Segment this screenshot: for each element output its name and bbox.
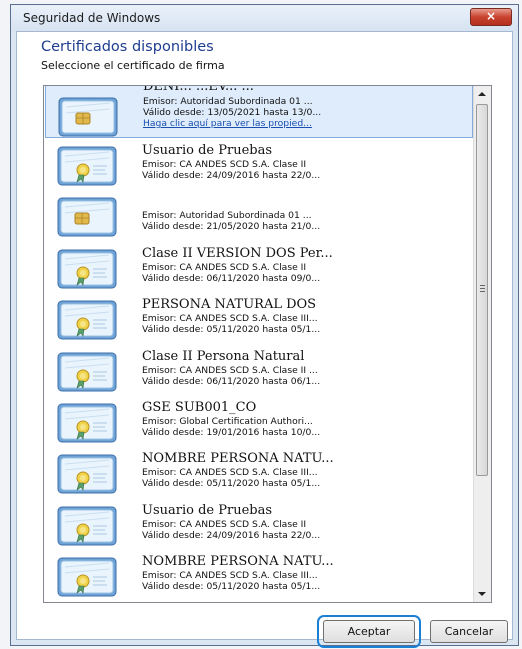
certificate-validity: Válido desde: 24/09/2016 hasta 22/0... (142, 529, 321, 541)
certificate-item[interactable]: Clase II Persona Natural Emisor: CA ANDES… (45, 344, 473, 395)
certificate-text: Usuario de Pruebas Emisor: CA ANDES SCD S… (142, 502, 469, 541)
certificate-text: NOMBRE PERSONA NATU... Emisor: CA ANDES S… (142, 450, 469, 489)
certificate-icon (57, 403, 117, 443)
certificate-item[interactable]: Usuario de Pruebas Emisor: CA ANDES SCD S… (45, 138, 473, 189)
certificate-validity: Válido desde: 13/05/2021 hasta 13/0... (143, 107, 322, 118)
certificate-text: GSE SUB001_CO Emisor: Global Certificatio… (142, 399, 469, 438)
certificate-text: DENI... ...EV... ... Emisor: Autoridad Su… (143, 86, 468, 130)
certificate-validity: Válido desde: 06/11/2020 hasta 09/0... (142, 272, 321, 284)
certificate-item[interactable]: NOMBRE PERSONA NATU... Emisor: CA ANDES S… (45, 446, 473, 497)
close-icon: × (485, 9, 497, 23)
certificate-validity: Válido desde: 05/11/2020 hasta 05/1... (142, 324, 321, 336)
certificate-issuer: Emisor: CA ANDES SCD S.A. Clase II (142, 261, 307, 273)
certificate-issuer: Emisor: CA ANDES SCD S.A. Clase III... (142, 313, 318, 325)
certificate-issuer: Emisor: CA ANDES SCD S.A. Clase III... (142, 467, 318, 479)
certificate-text: PERSONA NATURAL DOS Emisor: CA ANDES SCD … (142, 296, 469, 335)
certificate-validity: Válido desde: 05/11/2020 hasta 05/1... (142, 581, 321, 593)
certificate-validity: Válido desde: 05/11/2020 hasta 05/1... (142, 478, 321, 490)
dialog-subheading: Seleccione el certificado de firma (41, 59, 225, 72)
certificate-name: PERSONA NATURAL DOS (142, 297, 317, 313)
certificate-issuer: Emisor: Autoridad Subordinada 01 ... (142, 210, 312, 222)
accept-button[interactable]: Aceptar (323, 620, 415, 643)
certificate-issuer: Emisor: Autoridad Subordinada 01 ... (143, 96, 313, 107)
certificate-name: Clase II Persona Natural (142, 348, 305, 364)
certificate-item[interactable]: GSE SUB001_CO Emisor: Global Certificatio… (45, 395, 473, 446)
vertical-scrollbar[interactable] (473, 86, 491, 602)
certificate-item[interactable]: PERSONA NATURAL DOS Emisor: CA ANDES SCD … (45, 292, 473, 343)
certificate-issuer: Emisor: CA ANDES SCD S.A. Clase II (142, 518, 307, 530)
certificate-text: NOMBRE PERSONA NATU... Emisor: CA ANDES S… (142, 553, 469, 592)
certificate-validity: Válido desde: 06/11/2020 hasta 06/1... (142, 375, 321, 387)
window-title: Seguridad de Windows (23, 11, 161, 25)
certificate-icon (57, 506, 117, 546)
certificate-name: GSE SUB001_CO (142, 399, 257, 415)
windows-security-dialog: Seguridad de Windows × Certificados disp… (10, 4, 519, 648)
certificate-validity: Válido desde: 24/09/2016 hasta 22/0... (142, 170, 321, 181)
certificate-issuer: Emisor: CA ANDES SCD S.A. Clase II (142, 159, 307, 170)
dialog-heading: Certificados disponibles (41, 39, 214, 55)
smartcard-certificate-icon (57, 197, 117, 237)
certificate-icon (57, 249, 117, 289)
certificate-text: Emisor: Autoridad Subordinada 01 ... Váli… (142, 193, 469, 232)
certificate-icon (57, 300, 117, 340)
certificate-name: Usuario de Pruebas (142, 143, 272, 158)
certificate-name: NOMBRE PERSONA NATU... (142, 554, 334, 570)
certificate-text: Usuario de Pruebas Emisor: CA ANDES SCD S… (142, 142, 469, 181)
cancel-button[interactable]: Cancelar (430, 620, 508, 643)
dialog-content: Certificados disponibles Seleccione el c… (16, 31, 513, 640)
scroll-up-arrow-icon[interactable] (478, 92, 486, 96)
certificate-item[interactable]: NOMBRE PERSONA NATU... Emisor: CA ANDES S… (45, 549, 473, 600)
scroll-down-arrow-icon[interactable] (478, 592, 486, 596)
smartcard-certificate-icon (58, 97, 118, 137)
certificate-name: NOMBRE PERSONA NATU... (142, 451, 334, 467)
certificate-icon (57, 146, 117, 186)
certificate-item[interactable]: Usuario de Pruebas Emisor: CA ANDES SCD S… (45, 498, 473, 549)
certificate-text: Clase II Persona Natural Emisor: CA ANDES… (142, 348, 469, 387)
certificate-rows: DENI... ...EV... ... Emisor: Autoridad Su… (45, 86, 473, 602)
certificate-list[interactable]: DENI... ...EV... ... Emisor: Autoridad Su… (43, 85, 492, 603)
certificate-issuer: Emisor: CA ANDES SCD S.A. Clase III... (142, 570, 318, 582)
close-button[interactable]: × (470, 8, 512, 26)
certificate-issuer: Emisor: CA ANDES SCD S.A. Clase II ... (142, 364, 318, 376)
certificate-name: Clase II VERSION DOS Per... (142, 245, 333, 261)
certificate-item[interactable]: Clase II VERSION DOS Per... Emisor: CA AN… (45, 241, 473, 292)
title-bar: Seguridad de Windows × (11, 5, 518, 31)
certificate-text: Clase II VERSION DOS Per... Emisor: CA AN… (142, 245, 469, 284)
scrollbar-thumb[interactable] (476, 104, 488, 476)
certificate-icon (57, 454, 117, 494)
certificate-icon (57, 352, 117, 392)
certificate-issuer: Emisor: Global Certification Authori... (142, 415, 313, 427)
certificate-item[interactable]: DENI... ...EV... ... Emisor: Autoridad Su… (45, 86, 473, 138)
certificate-name: Usuario de Pruebas (142, 502, 272, 518)
certificate-name: DENI... ...EV... ... (143, 86, 254, 94)
certificate-item[interactable]: Emisor: Autoridad Subordinada 01 ... Váli… (45, 189, 473, 240)
certificate-properties-link[interactable]: Haga clic aquí para ver las propied... (143, 118, 468, 130)
certificate-icon (57, 557, 117, 597)
certificate-validity: Válido desde: 21/05/2020 hasta 21/0... (142, 221, 321, 233)
certificate-validity: Válido desde: 19/01/2016 hasta 10/0... (142, 426, 321, 438)
certificate-name (142, 193, 469, 210)
scrollbar-grip-icon (480, 285, 485, 292)
